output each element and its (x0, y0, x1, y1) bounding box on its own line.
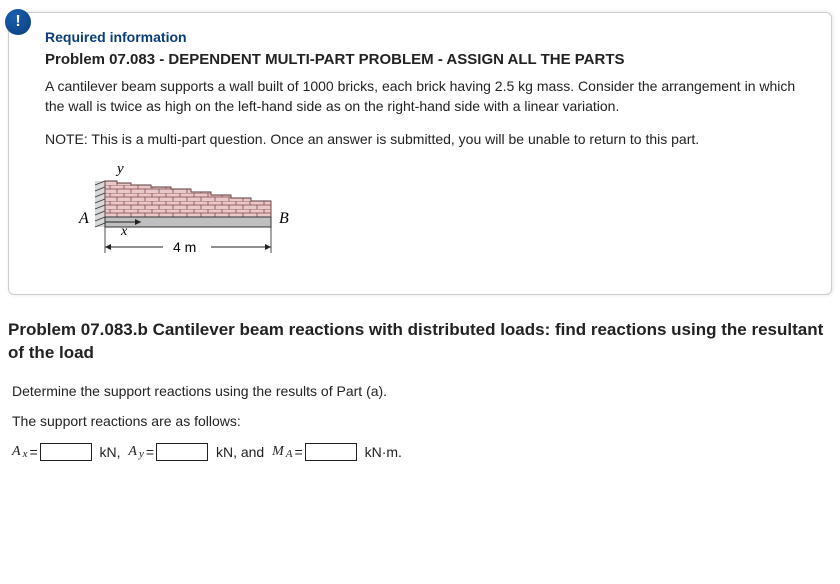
ma-sub: A (286, 448, 293, 460)
ma-var: M (272, 444, 284, 460)
ax-var: A (12, 444, 21, 460)
sub-problem-header: Problem 07.083.b Cantilever beam reactio… (0, 319, 840, 365)
beam-svg: y (61, 161, 321, 271)
required-info-box: ! Required information Problem 07.083 - … (8, 12, 832, 295)
label-B: B (279, 210, 289, 227)
problem-header: Problem 07.083 - DEPENDENT MULTI-PART PR… (45, 51, 803, 68)
instruction-text: Determine the support reactions using th… (0, 383, 840, 399)
ma-unit: kN·m. (365, 444, 402, 460)
beam-length: 4 m (173, 239, 196, 255)
answer-line: Ax = kN, Ay = kN, and MA = kN·m. (0, 443, 840, 461)
y-axis-label: y (115, 161, 124, 177)
ay-unit: kN, and (216, 444, 264, 460)
required-label: Required information (45, 29, 803, 45)
ax-sub: x (23, 448, 28, 460)
ay-var: A (128, 444, 137, 460)
ax-unit: kN, (100, 444, 121, 460)
beam-figure: y (61, 161, 803, 274)
ay-sub: y (139, 448, 144, 460)
label-A: A (78, 210, 89, 227)
ay-input[interactable] (156, 443, 208, 461)
problem-note: NOTE: This is a multi-part question. Onc… (45, 129, 803, 149)
info-badge-icon: ! (5, 9, 31, 35)
problem-description: A cantilever beam supports a wall built … (45, 76, 803, 117)
ax-input[interactable] (40, 443, 92, 461)
x-axis-label: x (120, 224, 128, 239)
lead-text: The support reactions are as follows: (0, 413, 840, 429)
ma-input[interactable] (305, 443, 357, 461)
